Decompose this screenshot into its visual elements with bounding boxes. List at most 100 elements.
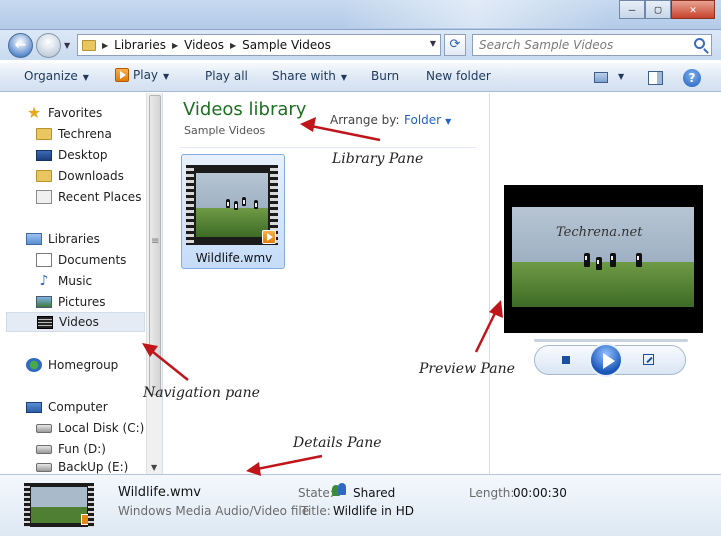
music-note-icon: ♪ xyxy=(39,273,49,289)
play-icon[interactable] xyxy=(589,343,623,377)
nav-item-label: Desktop xyxy=(58,148,108,162)
organize-button[interactable]: Organize ▼ xyxy=(24,69,89,83)
chevron-right-icon[interactable]: ▶ xyxy=(172,41,178,50)
breadcrumb: ▶ Libraries ▶ Videos ▶ Sample Videos xyxy=(82,38,331,52)
arrange-by-value: Folder xyxy=(404,113,442,127)
nav-item-label: BackUp (E:) xyxy=(58,460,129,474)
address-bar[interactable]: ▶ Libraries ▶ Videos ▶ Sample Videos ▼ xyxy=(77,34,441,56)
homegroup-icon xyxy=(26,358,42,372)
nav-item-label: Local Disk (C:) xyxy=(58,421,145,435)
documents-icon xyxy=(36,253,52,267)
back-arrow-icon: ← xyxy=(14,37,27,53)
address-dropdown-icon[interactable]: ▼ xyxy=(430,39,436,48)
title-value[interactable]: Wildlife in HD xyxy=(333,504,414,518)
details-pane: Wildlife.wmv Windows Media Audio/Video f… xyxy=(0,474,721,536)
open-player-icon[interactable] xyxy=(643,354,654,365)
refresh-button[interactable]: ⟳ xyxy=(444,34,466,56)
details-file-name: Wildlife.wmv xyxy=(118,485,201,500)
navigation-scrollbar[interactable]: ▼ xyxy=(146,93,162,474)
chevron-right-icon[interactable]: ▶ xyxy=(230,41,236,50)
play-all-button[interactable]: Play all xyxy=(205,69,248,83)
play-icon xyxy=(115,68,129,82)
details-file-type: Windows Media Audio/Video file xyxy=(118,504,310,518)
close-button[interactable]: ✕ xyxy=(671,0,715,19)
search-input[interactable] xyxy=(473,35,683,55)
nav-item-label: Pictures xyxy=(58,295,106,309)
search-box[interactable] xyxy=(472,34,712,56)
star-icon: ★ xyxy=(26,103,42,122)
change-view-icon[interactable] xyxy=(594,72,608,83)
new-folder-label: New folder xyxy=(426,69,491,83)
address-row: ← → ▼ ▶ Libraries ▶ Videos ▶ Sample Vide… xyxy=(0,30,721,60)
nav-item-label: Videos xyxy=(59,315,99,329)
preview-grass xyxy=(512,262,694,307)
recent-places-icon xyxy=(36,190,52,204)
view-options-dropdown-icon[interactable]: ▼ xyxy=(618,72,624,81)
length-label: Length: xyxy=(469,486,515,500)
chevron-down-icon: ▼ xyxy=(340,73,348,82)
file-item-wildlife[interactable]: Wildlife.wmv xyxy=(181,154,285,269)
nav-item-label: Documents xyxy=(58,253,127,267)
nav-item-videos[interactable]: Videos xyxy=(6,312,145,332)
scrollbar-thumb[interactable] xyxy=(149,95,161,395)
title-bar-glass xyxy=(340,0,610,28)
preview-watermark: Techrena.net xyxy=(556,225,643,240)
chevron-right-icon[interactable]: ▶ xyxy=(102,41,108,50)
video-preview[interactable]: Techrena.net xyxy=(504,185,703,333)
nav-item-label: Techrena xyxy=(58,127,112,141)
back-button[interactable]: ← xyxy=(8,33,33,58)
arrange-by-dropdown[interactable]: Folder ▼ xyxy=(404,113,451,127)
command-toolbar: Organize ▼ Play ▼ Play all Share with ▼ Bur… xyxy=(0,62,721,92)
drive-icon xyxy=(36,462,52,472)
libraries-icon xyxy=(26,233,42,245)
library-pane: Videos library Sample Videos Arrange by:… xyxy=(164,93,489,474)
title-bar: — ▢ ✕ xyxy=(0,0,721,30)
folder-icon xyxy=(36,128,52,140)
nav-item-label: Recent Places xyxy=(58,190,142,204)
bird-silhouette xyxy=(254,200,258,209)
thumbnail-scene xyxy=(196,173,268,237)
stop-icon[interactable] xyxy=(562,356,570,364)
play-all-label: Play all xyxy=(205,69,248,83)
maximize-button[interactable]: ▢ xyxy=(645,0,671,19)
chevron-down-icon: ▼ xyxy=(163,72,170,81)
nav-libraries-label: Libraries xyxy=(48,232,100,246)
shared-users-icon xyxy=(332,483,348,497)
burn-button[interactable]: Burn xyxy=(371,69,399,83)
forward-arrow-icon: → xyxy=(42,37,55,53)
breadcrumb-videos[interactable]: Videos xyxy=(184,38,224,52)
nav-computer-label: Computer xyxy=(48,400,108,414)
minimize-button[interactable]: — xyxy=(619,0,645,19)
navigation-pane: ★ Favorites Techrena Desktop Downloads Re… xyxy=(0,93,163,474)
window-controls: — ▢ ✕ xyxy=(619,0,715,20)
preview-pane-toggle-icon[interactable] xyxy=(648,71,663,85)
play-button[interactable]: Play ▼ xyxy=(115,68,169,82)
breadcrumb-sample-videos[interactable]: Sample Videos xyxy=(242,38,331,52)
search-icon[interactable] xyxy=(694,38,705,49)
details-thumbnail-scene xyxy=(31,487,87,523)
help-icon[interactable]: ? xyxy=(683,69,701,87)
new-folder-button[interactable]: New folder xyxy=(426,69,491,83)
media-play-badge-icon xyxy=(81,514,92,525)
drive-icon xyxy=(36,423,52,433)
preview-scene: Techrena.net xyxy=(512,207,694,307)
annotation-preview-pane: Preview Pane xyxy=(419,361,515,377)
library-subtitle: Sample Videos xyxy=(184,124,266,137)
library-header-divider xyxy=(180,147,476,148)
state-value: Shared xyxy=(353,486,396,500)
organize-label: Organize xyxy=(24,69,78,83)
breadcrumb-libraries[interactable]: Libraries xyxy=(114,38,166,52)
nav-homegroup-label: Homegroup xyxy=(48,358,119,372)
preview-pane: Techrena.net xyxy=(489,93,721,474)
nav-favorites-label: Favorites xyxy=(48,106,103,120)
nav-item-label: Fun (D:) xyxy=(58,442,106,456)
media-play-badge-icon xyxy=(262,230,276,244)
desktop-icon xyxy=(36,149,52,161)
forward-button[interactable]: → xyxy=(36,33,61,58)
bird-silhouette xyxy=(596,257,602,270)
history-dropdown-icon[interactable]: ▼ xyxy=(64,41,70,50)
share-with-button[interactable]: Share with ▼ xyxy=(272,69,347,83)
seek-bar[interactable] xyxy=(534,339,688,342)
nav-item-label: Music xyxy=(58,274,93,288)
scroll-down-arrow-icon[interactable]: ▼ xyxy=(151,463,157,472)
